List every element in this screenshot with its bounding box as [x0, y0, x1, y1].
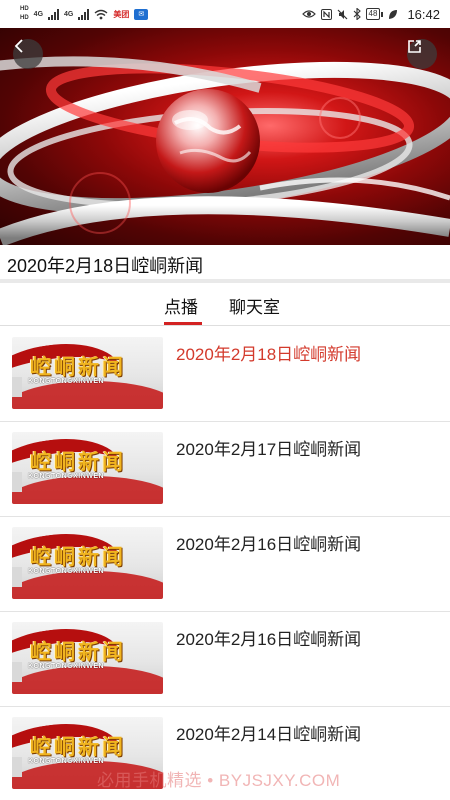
episode-thumbnail: 崆峒新闻 KONGTONGXINWEN	[12, 527, 163, 599]
hd-label: HD	[20, 15, 29, 21]
episode-list: 崆峒新闻 KONGTONGXINWEN 2020年2月18日崆峒新闻 崆峒新闻 …	[0, 327, 450, 800]
episode-title: 2020年2月18日崆峒新闻	[176, 345, 362, 364]
back-button[interactable]	[13, 39, 43, 69]
thumbnail-logo: 崆峒新闻	[30, 449, 126, 474]
active-tab-indicator	[164, 322, 202, 325]
episode-title: 2020年2月16日崆峒新闻	[176, 535, 362, 554]
thumbnail-pinyin: KONGTONGXINWEN	[28, 473, 105, 480]
message-app-icon: ✉	[134, 8, 149, 20]
video-player[interactable]	[0, 28, 450, 245]
bluetooth-icon	[353, 8, 361, 20]
list-item[interactable]: 崆峒新闻 KONGTONGXINWEN 2020年2月16日崆峒新闻	[0, 612, 450, 707]
thumbnail-pinyin: KONGTONGXINWEN	[28, 758, 105, 765]
status-left: HD HD 4G 4G 美团 ✉	[20, 5, 149, 23]
battery-icon: 48	[365, 8, 384, 20]
eye-icon	[301, 10, 316, 18]
episode-title: 2020年2月14日崆峒新闻	[176, 725, 362, 744]
watermark: 必用手机精选 • BYJSJXY.COM	[97, 771, 341, 790]
nfc-icon	[320, 8, 332, 20]
mute-icon	[337, 9, 347, 19]
battery-level: 48	[365, 8, 381, 20]
hd-label: HD	[20, 6, 29, 12]
signal-icon	[48, 8, 60, 20]
status-right: 48 16:42	[301, 6, 440, 22]
episode-title: 2020年2月17日崆峒新闻	[176, 440, 362, 459]
wifi-icon	[94, 9, 108, 19]
thumbnail-logo: 崆峒新闻	[30, 354, 126, 379]
leaf-icon	[389, 9, 398, 19]
episode-thumbnail: 崆峒新闻 KONGTONGXINWEN	[12, 432, 163, 504]
news-intro-graphic	[0, 56, 450, 245]
hd-icon: HD HD	[20, 5, 29, 23]
clock: 16:42	[407, 6, 440, 22]
notification-app-icon: 美团	[113, 9, 130, 19]
thumbnail-pinyin: KONGTONGXINWEN	[28, 378, 105, 385]
tab-chat-room[interactable]: 聊天室	[229, 293, 280, 318]
network-type-label: 4G	[33, 10, 44, 18]
share-icon	[408, 40, 421, 53]
thumbnail-pinyin: KONGTONGXINWEN	[28, 663, 105, 670]
episode-thumbnail: 崆峒新闻 KONGTONGXINWEN	[12, 622, 163, 694]
thumbnail-logo: 崆峒新闻	[30, 639, 126, 664]
video-title: 2020年2月18日崆峒新闻	[7, 256, 204, 276]
tab-bar: 点播 聊天室	[0, 283, 450, 326]
episode-thumbnail: 崆峒新闻 KONGTONGXINWEN	[12, 337, 163, 409]
list-item[interactable]: 崆峒新闻 KONGTONGXINWEN 2020年2月16日崆峒新闻	[0, 517, 450, 612]
thumbnail-logo: 崆峒新闻	[30, 734, 126, 759]
signal-icon	[78, 8, 90, 20]
chevron-left-icon	[14, 39, 23, 53]
thumbnail-logo: 崆峒新闻	[30, 544, 126, 569]
share-button[interactable]	[407, 39, 437, 69]
episode-title: 2020年2月16日崆峒新闻	[176, 630, 362, 649]
list-item[interactable]: 崆峒新闻 KONGTONGXINWEN 2020年2月17日崆峒新闻	[0, 422, 450, 517]
list-item[interactable]: 崆峒新闻 KONGTONGXINWEN 2020年2月18日崆峒新闻	[0, 327, 450, 422]
thumbnail-pinyin: KONGTONGXINWEN	[28, 568, 105, 575]
status-bar: HD HD 4G 4G 美团 ✉ 48 16:42	[0, 0, 450, 28]
tab-vod[interactable]: 点播	[164, 293, 198, 318]
network-type-label: 4G	[64, 10, 74, 18]
